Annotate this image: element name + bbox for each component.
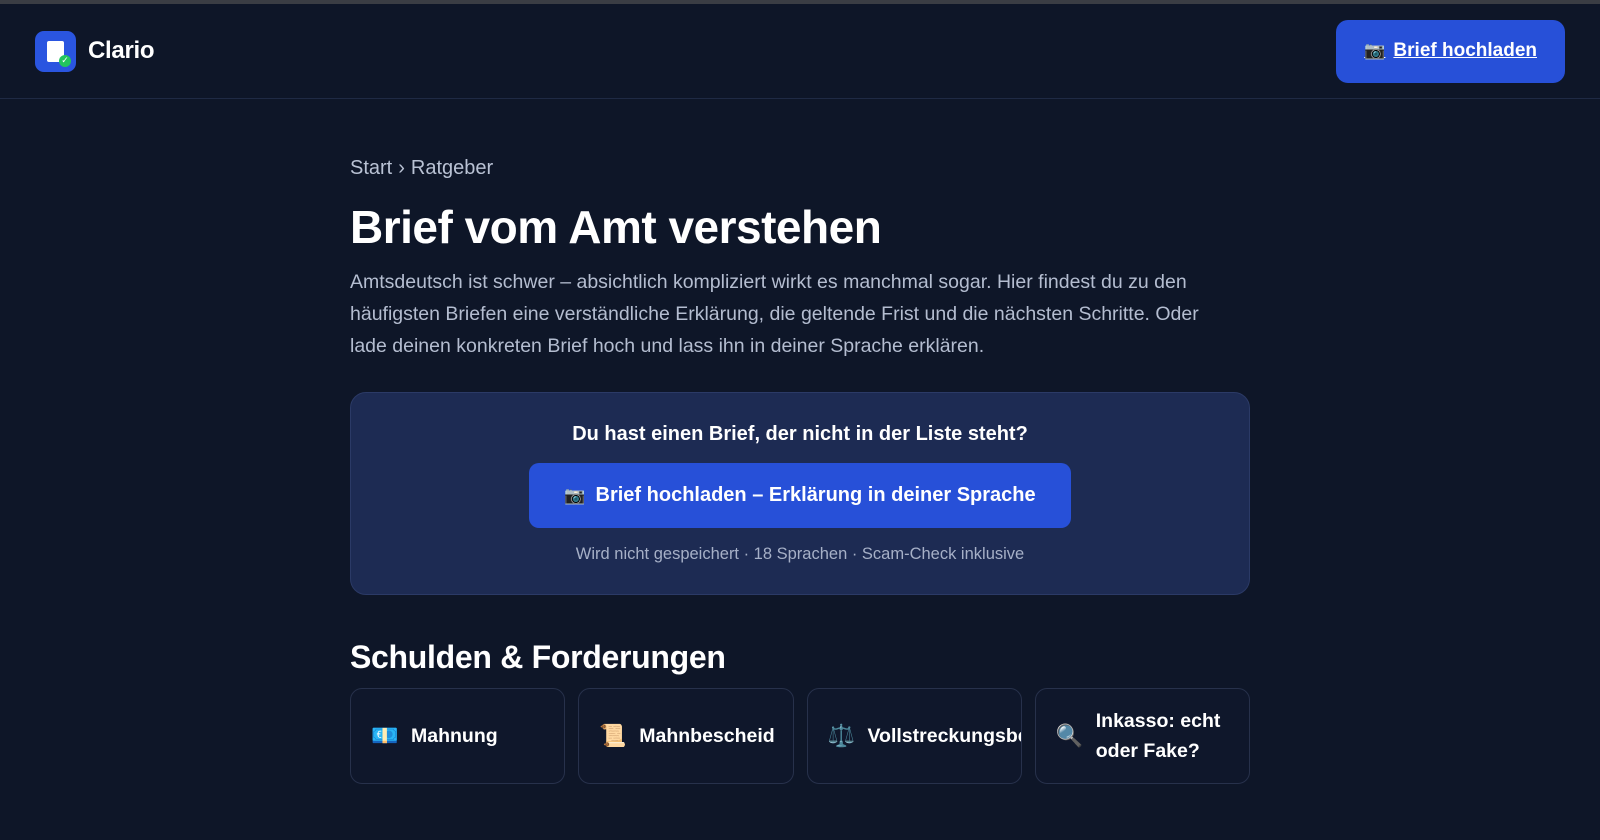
breadcrumb-separator: › xyxy=(398,157,405,179)
breadcrumb: Start › Ratgeber xyxy=(350,157,1250,180)
cta-upload-label: Brief hochladen – Erklärung in deiner Sp… xyxy=(595,484,1036,506)
cta-subtext: Wird nicht gespeichert · 18 Sprachen · S… xyxy=(575,545,1025,563)
section-title: Schulden & Forderungen xyxy=(350,639,726,675)
letter-cards: 💶 Mahnung 📜 Mahnbescheid ⚖️ Vollstreckun… xyxy=(350,688,1250,784)
scroll-icon: 📜 xyxy=(599,723,627,749)
cta-title: Du hast einen Brief, der nicht in der Li… xyxy=(572,423,1028,445)
header-upload-label: Brief hochladen xyxy=(1393,40,1537,61)
card-mahnbescheid[interactable]: 📜 Mahnbescheid xyxy=(578,688,794,784)
card-label: Inkasso: echt oder Fake? xyxy=(1095,710,1221,762)
card-vollstreckungsbescheid[interactable]: ⚖️ Vollstreckungsbescheid xyxy=(806,688,1022,784)
card-label: Vollstreckungsbescheid xyxy=(867,725,1021,747)
card-mahnung[interactable]: 💶 Mahnung xyxy=(350,688,566,784)
main-content: Start › Ratgeber Brief vom Amt verstehen… xyxy=(350,99,1250,784)
breadcrumb-start[interactable]: Start xyxy=(350,157,392,180)
cta-upload-button[interactable]: 📷 Brief hochladen – Erklärung in deiner … xyxy=(529,463,1071,528)
upload-cta-box: Du hast einen Brief, der nicht in der Li… xyxy=(350,392,1250,595)
camera-icon: 📷 xyxy=(564,485,586,506)
header-upload-button[interactable]: 📷 Brief hochladen xyxy=(1336,19,1565,83)
page-title: Brief vom Amt verstehen xyxy=(350,201,882,253)
money-icon: 💶 xyxy=(371,723,399,749)
card-inkasso[interactable]: 🔍 Inkasso: echt oder Fake? xyxy=(1034,688,1250,784)
scales-icon: ⚖️ xyxy=(827,723,855,749)
document-check-icon: ✓ xyxy=(35,30,76,72)
camera-icon: 📷 xyxy=(1364,41,1386,61)
card-label: Mahnbescheid xyxy=(639,725,775,747)
card-label: Mahnung xyxy=(411,725,498,747)
breadcrumb-current: Ratgeber xyxy=(410,157,494,179)
brand-name: Clario xyxy=(88,37,155,64)
magnifier-icon: 🔍 xyxy=(1055,723,1084,749)
brand[interactable]: ✓ Clario xyxy=(35,30,155,72)
site-header: ✓ Clario 📷 Brief hochladen xyxy=(0,4,1600,99)
intro-text: Amtsdeutsch ist schwer – absichtlich kom… xyxy=(350,271,1199,357)
